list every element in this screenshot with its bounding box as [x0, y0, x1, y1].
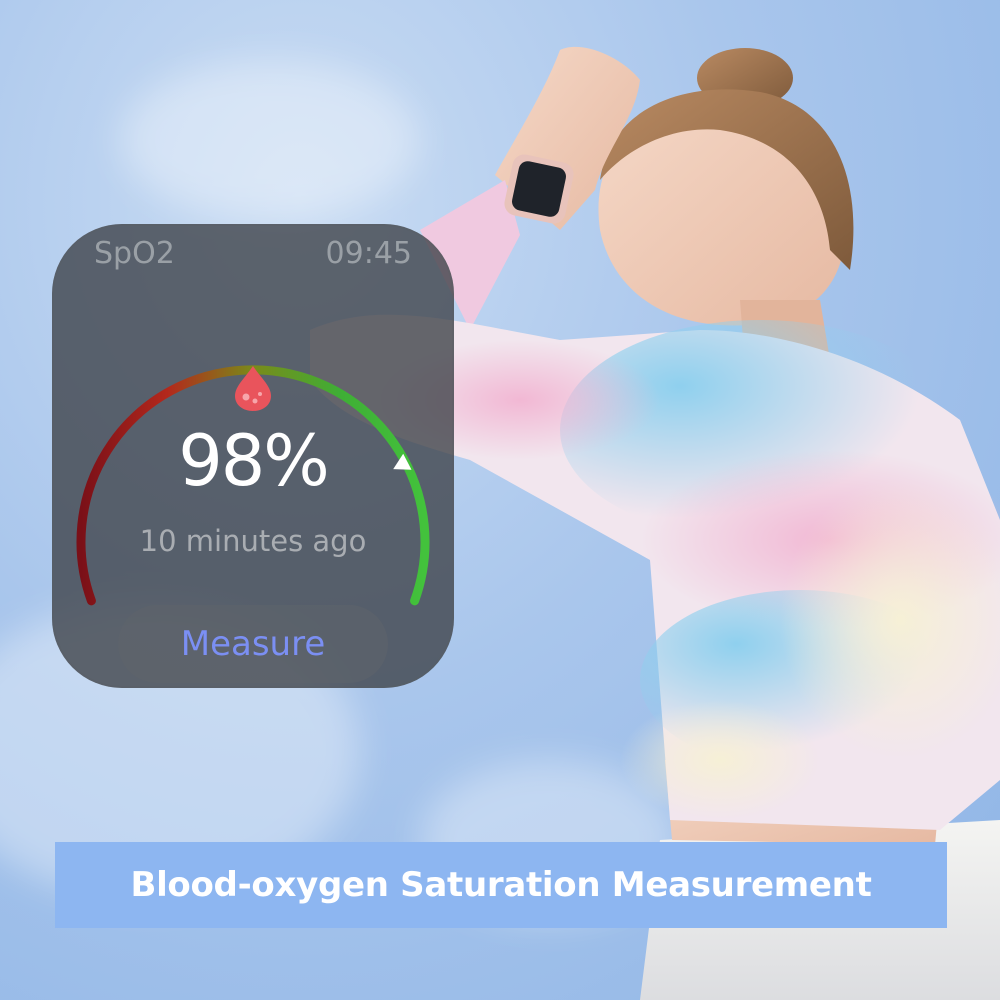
spo2-value: 98%	[178, 420, 330, 502]
caption-text: Blood-oxygen Saturation Measurement	[130, 865, 872, 905]
last-measured-text: 10 minutes ago	[139, 524, 367, 558]
measure-button[interactable]: Measure	[118, 605, 388, 683]
blood-drop-icon	[235, 366, 271, 411]
caption-banner: Blood-oxygen Saturation Measurement	[55, 842, 947, 928]
watch-face-card: SpO2 09:45 98% 10 minutes ago Measure	[52, 224, 454, 688]
product-image: SpO2 09:45 98% 10 minutes ago Measure Bl…	[0, 0, 1000, 1000]
